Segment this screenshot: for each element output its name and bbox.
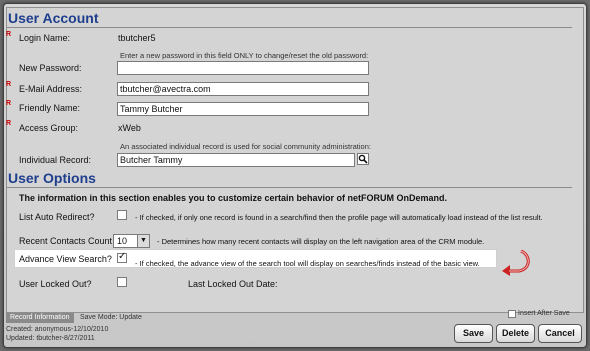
insert-after-save: Insert After Save [508,310,570,318]
list-auto-redirect-label: List Auto Redirect? [19,212,95,222]
email-label: E-Mail Address: [19,84,83,94]
magnifier-icon[interactable] [357,153,369,165]
save-mode-text: Save Mode: Update [80,314,142,321]
required-marker: R [6,81,12,88]
email-field[interactable]: tbutcher@avectra.com [117,82,369,96]
individual-record-field[interactable]: Butcher Tammy [117,153,355,167]
insert-after-save-checkbox[interactable] [508,310,516,318]
insert-after-save-label: Insert After Save [518,310,570,317]
recent-contacts-select[interactable]: 10 ▼ [113,234,150,248]
record-information-tab[interactable]: Record Information [6,313,74,323]
section-divider [6,187,572,188]
chevron-down-icon[interactable]: ▼ [137,235,149,247]
password-hint: Enter a new password in this field ONLY … [120,51,369,60]
user-options-title: User Options [8,170,96,186]
recent-contacts-value: 10 [117,236,128,246]
recent-contacts-desc: - Determines how many recent contacts wi… [157,237,485,246]
locked-out-checkbox[interactable] [117,277,127,287]
required-marker: R [6,120,12,127]
cancel-button[interactable]: Cancel [538,324,582,343]
individual-record-hint: An associated individual record is used … [120,142,371,151]
list-auto-redirect-desc: - If checked, if only one record is foun… [135,213,543,222]
list-auto-redirect-checkbox[interactable] [117,210,127,220]
updated-text: Updated: tbutcher-8/27/2011 [6,335,95,342]
login-name-label: Login Name: [19,33,71,43]
access-group-label: Access Group: [19,123,79,133]
new-password-field[interactable] [117,61,369,75]
new-password-label: New Password: [19,63,82,73]
login-name-value: tbutcher5 [118,33,156,43]
section-divider [6,27,572,28]
required-marker: R [6,100,12,107]
recent-contacts-label: Recent Contacts Count [19,236,113,246]
access-group-value: xWeb [118,123,141,133]
advance-view-checkbox[interactable] [117,251,127,263]
advance-view-desc: - If checked, the advance view of the se… [135,259,480,268]
record-audit-info: Created: anonymous-12/10/2010 Updated: t… [6,325,108,343]
save-button[interactable]: Save [454,324,493,343]
curved-arrow-icon [502,249,530,276]
locked-out-label: User Locked Out? [19,279,92,289]
friendly-name-field[interactable]: Tammy Butcher [117,102,369,116]
user-account-title: User Account [8,10,99,26]
individual-record-label: Individual Record: [19,155,92,165]
created-text: Created: anonymous-12/10/2010 [6,326,109,333]
user-options-intro: The information in this section enables … [19,193,448,203]
advance-view-label: Advance View Search? [19,254,112,264]
friendly-name-label: Friendly Name: [19,103,81,113]
required-marker: R [6,31,12,38]
last-locked-out-label: Last Locked Out Date: [188,279,278,289]
delete-button[interactable]: Delete [496,324,535,343]
